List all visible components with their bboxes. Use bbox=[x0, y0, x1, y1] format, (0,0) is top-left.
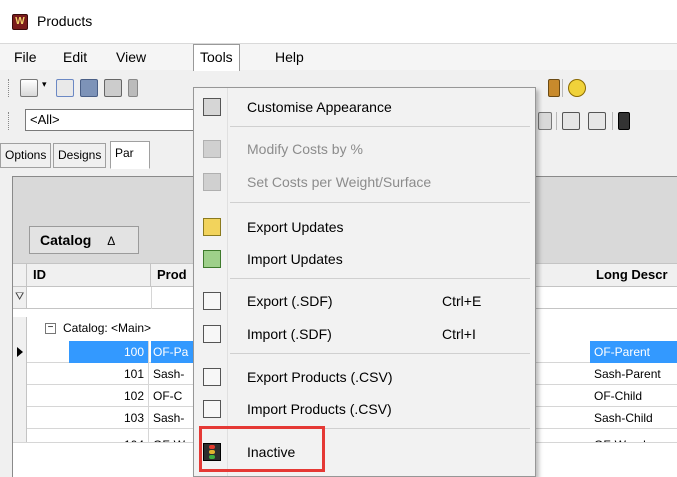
menu-item-label: Import Updates bbox=[247, 251, 343, 267]
toolbar-grip[interactable] bbox=[8, 79, 11, 97]
row-indicator bbox=[13, 429, 27, 442]
collapse-icon[interactable]: − bbox=[45, 323, 56, 334]
print-icon[interactable] bbox=[80, 79, 98, 97]
window-title: Products bbox=[37, 13, 93, 29]
menu-file[interactable]: File bbox=[8, 44, 43, 70]
group-by-catalog-chip[interactable]: Catalog Δ bbox=[29, 226, 139, 254]
cell-long-description[interactable]: OF-Wood bbox=[590, 429, 677, 442]
toolbar-separator bbox=[562, 79, 563, 97]
row-indicator bbox=[13, 385, 27, 407]
menu-item-shortcut: Ctrl+E bbox=[442, 293, 482, 309]
filter-row-indicator: ⛛ bbox=[13, 287, 27, 308]
group-row-indicator bbox=[13, 317, 27, 341]
cell-id[interactable]: 103 bbox=[69, 407, 149, 429]
menu-separator bbox=[230, 126, 530, 127]
menu-separator bbox=[230, 202, 530, 203]
traffic-light-icon[interactable] bbox=[618, 112, 630, 130]
tab-designs[interactable]: Designs bbox=[53, 143, 107, 168]
funnel-icon: ⛛ bbox=[15, 291, 25, 303]
menu-item-label: Customise Appearance bbox=[247, 99, 392, 115]
menu-item-import-sdf[interactable]: Import (.SDF) Ctrl+I bbox=[194, 320, 535, 348]
menu-separator bbox=[230, 278, 530, 279]
group-by-label: Catalog bbox=[40, 232, 92, 248]
set-costs-icon bbox=[203, 173, 221, 191]
cell-long-description[interactable]: Sash-Child bbox=[590, 407, 677, 429]
menu-item-label: Inactive bbox=[247, 444, 296, 460]
menu-bar: File Edit View Tools Help bbox=[0, 44, 677, 71]
sort-ascending-icon: Δ bbox=[107, 234, 116, 248]
row-indicator-header bbox=[13, 264, 27, 286]
export-sdf-icon bbox=[203, 292, 221, 310]
filter-cell-long-description[interactable] bbox=[590, 287, 677, 309]
modify-costs-icon bbox=[203, 140, 221, 158]
menu-item-label: Export Products (.CSV) bbox=[247, 369, 393, 385]
tab-parts[interactable]: Par bbox=[110, 141, 150, 169]
toolbar-tool-icon[interactable] bbox=[548, 79, 560, 97]
filterbar-grip[interactable] bbox=[8, 112, 11, 130]
app-logo-icon: W bbox=[12, 14, 28, 30]
filterbar-separator-1 bbox=[556, 112, 557, 130]
group-row-label: Catalog: <Main> bbox=[63, 321, 152, 335]
print-preview-icon[interactable] bbox=[56, 79, 74, 97]
menu-item-export-products-csv[interactable]: Export Products (.CSV) bbox=[194, 363, 535, 391]
menu-item-import-updates[interactable]: Import Updates bbox=[194, 245, 535, 273]
cell-id[interactable]: 100 bbox=[69, 341, 149, 363]
menu-item-label: Import Products (.CSV) bbox=[247, 401, 392, 417]
new-record-icon[interactable] bbox=[20, 79, 38, 97]
title-bar: W Products bbox=[0, 0, 677, 44]
menu-item-label: Export (.SDF) bbox=[247, 293, 333, 309]
menu-item-set-costs-per-weight[interactable]: Set Costs per Weight/Surface bbox=[194, 168, 535, 196]
menu-separator bbox=[230, 353, 530, 354]
filterbar-separator-2 bbox=[612, 112, 613, 130]
menu-item-export-sdf[interactable]: Export (.SDF) Ctrl+E bbox=[194, 287, 535, 315]
export-updates-icon bbox=[203, 218, 221, 236]
row-indicator bbox=[13, 363, 27, 385]
cell-long-description[interactable]: OF-Parent bbox=[590, 341, 677, 363]
filter-cell-divider bbox=[151, 287, 152, 309]
menu-edit[interactable]: Edit bbox=[57, 44, 93, 70]
menu-item-shortcut: Ctrl+I bbox=[442, 326, 476, 342]
menu-view[interactable]: View bbox=[110, 44, 152, 70]
import-sdf-icon bbox=[203, 325, 221, 343]
cell-id[interactable]: 104 bbox=[69, 429, 149, 442]
menu-item-modify-costs[interactable]: Modify Costs by % bbox=[194, 135, 535, 163]
dropdown-arrow-icon[interactable]: ▾ bbox=[42, 79, 50, 97]
menu-item-customise-appearance[interactable]: Customise Appearance bbox=[194, 93, 535, 121]
customise-appearance-icon bbox=[203, 98, 221, 116]
export-csv-icon bbox=[203, 368, 221, 386]
column-header-long-description[interactable]: Long Descr bbox=[590, 264, 677, 286]
current-row-icon bbox=[17, 347, 23, 357]
menu-item-label: Set Costs per Weight/Surface bbox=[247, 174, 432, 190]
menu-item-label: Modify Costs by % bbox=[247, 141, 363, 157]
row-indicator bbox=[13, 407, 27, 429]
menu-item-inactive[interactable]: Inactive bbox=[194, 438, 535, 466]
cell-long-description[interactable]: OF-Child bbox=[590, 385, 677, 407]
menu-item-label: Export Updates bbox=[247, 219, 344, 235]
catalog-filter-combo[interactable]: <All> bbox=[25, 109, 215, 131]
export-products-icon[interactable] bbox=[562, 112, 580, 130]
cell-id[interactable]: 101 bbox=[69, 363, 149, 385]
menu-help[interactable]: Help bbox=[269, 44, 310, 70]
menu-tools[interactable]: Tools bbox=[193, 44, 240, 71]
properties-icon[interactable] bbox=[104, 79, 122, 97]
row-indicator bbox=[13, 341, 27, 363]
column-header-id[interactable]: ID bbox=[27, 264, 151, 286]
tools-dropdown-menu: Customise Appearance Modify Costs by % S… bbox=[193, 87, 536, 477]
cell-long-description[interactable]: Sash-Parent bbox=[590, 363, 677, 385]
menu-item-export-updates[interactable]: Export Updates bbox=[194, 213, 535, 241]
import-updates-icon bbox=[203, 250, 221, 268]
import-csv-icon bbox=[203, 400, 221, 418]
import-products-icon[interactable] bbox=[588, 112, 606, 130]
cell-id[interactable]: 102 bbox=[69, 385, 149, 407]
traffic-light-icon bbox=[203, 443, 221, 461]
tab-options[interactable]: Options bbox=[0, 143, 52, 168]
menu-separator bbox=[230, 428, 530, 429]
eraser-icon[interactable] bbox=[568, 79, 586, 97]
menu-item-label: Import (.SDF) bbox=[247, 326, 332, 342]
menu-item-import-products-csv[interactable]: Import Products (.CSV) bbox=[194, 395, 535, 423]
save-icon[interactable] bbox=[128, 79, 138, 97]
import-small-icon[interactable] bbox=[538, 112, 552, 130]
